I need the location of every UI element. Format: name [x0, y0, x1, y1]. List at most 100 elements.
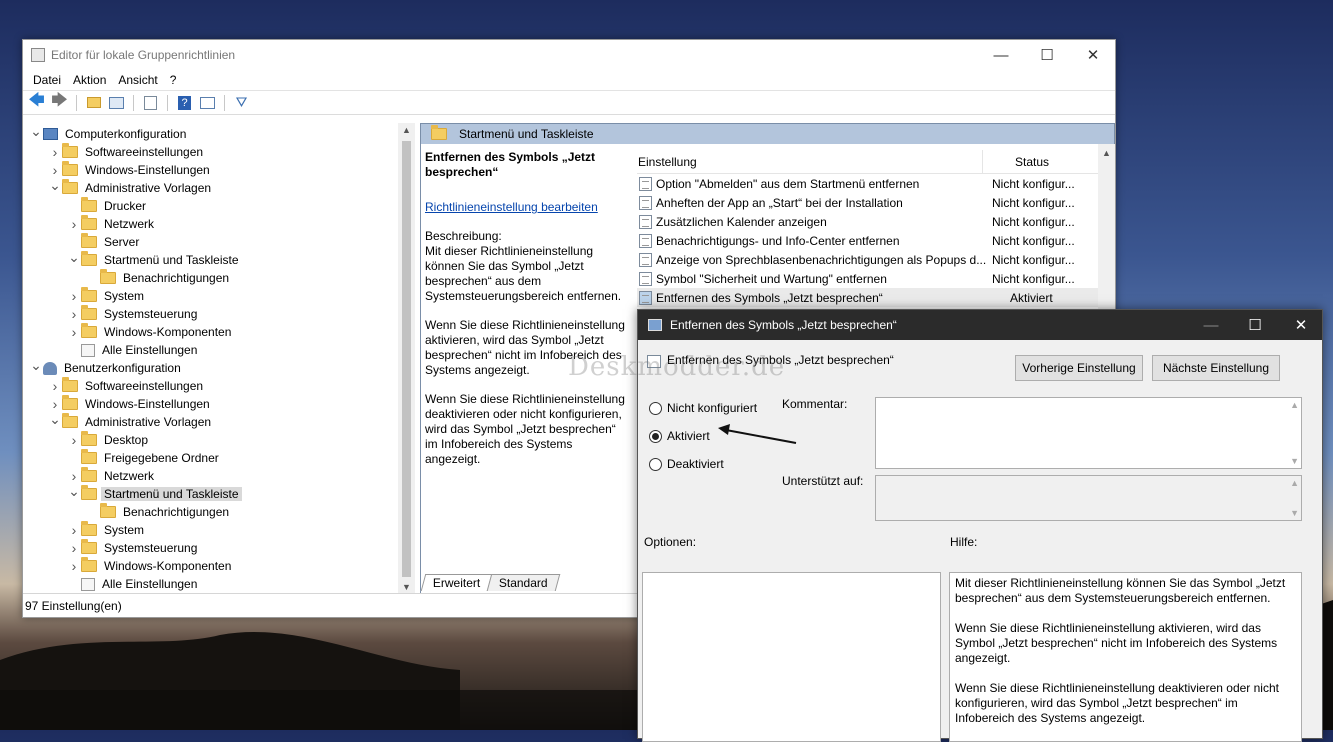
scroll-up-icon[interactable]: ▲ [398, 125, 415, 135]
table-row[interactable]: Symbol "Sicherheit und Wartung" entferne… [637, 269, 1115, 288]
user-icon [43, 361, 57, 375]
setting-name: Symbol "Sicherheit und Wartung" entferne… [656, 271, 887, 286]
chevron-right-icon[interactable]: › [48, 378, 62, 394]
scroll-up-icon[interactable]: ▲ [1098, 148, 1115, 158]
scroll-down-icon[interactable]: ▼ [398, 582, 415, 592]
tree-item[interactable]: › Softwareeinstellungen [48, 143, 206, 161]
chevron-right-icon[interactable]: › [67, 306, 81, 322]
radio-circle[interactable] [649, 457, 662, 471]
forward-arrow-icon[interactable]: 🡆 [50, 92, 69, 111]
chevron-down-icon[interactable]: ⌄ [48, 411, 62, 428]
up-folder-icon[interactable] [84, 94, 103, 111]
chevron-down-icon[interactable]: ⌄ [29, 357, 43, 374]
next-setting-button[interactable]: Nächste Einstellung [1152, 355, 1280, 381]
tree-item[interactable]: › Systemsteuerung [67, 539, 200, 557]
tree-item[interactable]: ⌄ Administrative Vorlagen [48, 411, 214, 431]
radio-disabled[interactable]: Deaktiviert [649, 457, 724, 471]
tree-scroll-thumb[interactable] [402, 141, 411, 577]
dialog-close-button[interactable]: ✕ [1278, 310, 1324, 340]
comment-textarea[interactable]: ▲ ▼ [875, 397, 1302, 469]
table-row[interactable]: Benachrichtigungs- und Info-Center entfe… [637, 231, 1115, 250]
main-titlebar: Editor für lokale Gruppenrichtlinien [23, 40, 1115, 70]
tree-item[interactable]: › Desktop [67, 431, 151, 449]
tree-item[interactable]: › System [67, 287, 147, 305]
chevron-down-icon[interactable]: ⌄ [67, 483, 81, 500]
chevron-right-icon[interactable]: › [67, 288, 81, 304]
tab-standard[interactable]: Standard [487, 574, 561, 591]
tree-item[interactable]: › System [67, 521, 147, 539]
menu-file[interactable]: Datei [27, 73, 67, 87]
edit-policy-link[interactable]: Richtlinieneinstellung bearbeiten [425, 200, 629, 215]
previous-setting-button[interactable]: Vorherige Einstellung [1015, 355, 1143, 381]
tree-item[interactable]: › Windows-Komponenten [67, 557, 234, 575]
scroll-up-icon[interactable]: ▲ [1290, 478, 1299, 488]
tree-item[interactable]: ⌄ Startmenü und Taskleiste [67, 249, 242, 269]
column-setting[interactable]: Einstellung [637, 150, 983, 173]
tab-extended[interactable]: Erweitert [420, 574, 493, 591]
tree-item[interactable]: Alle Einstellungen [67, 341, 200, 359]
tree-item[interactable]: › Windows-Einstellungen [48, 161, 213, 179]
minimize-button[interactable]: — [978, 40, 1024, 70]
tree-item[interactable]: › Netzwerk [67, 215, 157, 233]
radio-circle[interactable] [649, 401, 662, 415]
tree-item-label: Windows-Komponenten [104, 325, 232, 339]
tree-item[interactable]: ⌄ Computerkonfiguration [29, 123, 189, 143]
dialog-minimize-button[interactable]: — [1188, 310, 1234, 340]
close-button[interactable]: ✕ [1070, 40, 1116, 70]
scroll-down-icon[interactable]: ▼ [1290, 508, 1299, 518]
folder-icon [62, 179, 78, 194]
radio-enabled[interactable]: Aktiviert [649, 429, 710, 443]
tree-item[interactable]: Benachrichtigungen [86, 503, 232, 521]
folder-icon [81, 215, 97, 230]
export-list-icon[interactable] [141, 94, 160, 111]
tree-item[interactable]: › Systemsteuerung [67, 305, 200, 323]
radio-circle[interactable] [649, 429, 662, 443]
chevron-right-icon[interactable]: › [67, 216, 81, 232]
chevron-down-icon[interactable]: ⌄ [48, 177, 62, 194]
tree-item-label: Administrative Vorlagen [85, 181, 212, 195]
tree-item[interactable]: ⌄ Startmenü und Taskleiste [67, 483, 242, 503]
dialog-maximize-button[interactable]: ☐ [1232, 310, 1278, 340]
chevron-right-icon[interactable]: › [67, 324, 81, 340]
tree-item[interactable]: Drucker [67, 197, 149, 215]
tree-item-label: Windows-Einstellungen [85, 397, 210, 411]
menu-view[interactable]: Ansicht [112, 73, 163, 87]
tree-item-label: Startmenü und Taskleiste [104, 253, 239, 267]
tree-item[interactable]: ⌄ Administrative Vorlagen [48, 177, 214, 197]
chevron-right-icon[interactable]: › [67, 540, 81, 556]
tree-item[interactable]: › Windows-Komponenten [67, 323, 234, 341]
chevron-down-icon[interactable]: ⌄ [67, 249, 81, 266]
folder-icon [62, 395, 78, 410]
tree-item[interactable]: › Softwareeinstellungen [48, 377, 206, 395]
chevron-right-icon[interactable]: › [67, 432, 81, 448]
chevron-down-icon[interactable]: ⌄ [29, 123, 43, 140]
chevron-right-icon[interactable]: › [67, 558, 81, 574]
table-row[interactable]: Option "Abmelden" aus dem Startmenü entf… [637, 174, 1115, 193]
table-row[interactable]: Zusätzlichen Kalender anzeigen Nicht konf… [637, 212, 1115, 231]
tree-item[interactable]: Benachrichtigungen [86, 269, 232, 287]
tree-item[interactable]: Alle Einstellungen [67, 575, 200, 593]
table-row[interactable]: Anheften der App an „Start“ bei der Inst… [637, 193, 1115, 212]
table-row[interactable]: Anzeige von Sprechblasenbenachrichtigung… [637, 250, 1115, 269]
tree-item[interactable]: Freigegebene Ordner [67, 449, 222, 467]
maximize-button[interactable]: ☐ [1024, 40, 1070, 70]
scroll-down-icon[interactable]: ▼ [1290, 456, 1299, 466]
folder-icon [81, 233, 97, 248]
toolbar-separator [167, 94, 168, 111]
filter-icon[interactable]: ⛛ [232, 94, 251, 111]
tree-scrollbar[interactable]: ▲ ▼ [398, 123, 415, 594]
help-icon[interactable]: ? [175, 94, 194, 111]
tree-item[interactable]: › Windows-Einstellungen [48, 395, 213, 413]
scroll-up-icon[interactable]: ▲ [1290, 400, 1299, 410]
tree-item[interactable]: ⌄ Benutzerkonfiguration [29, 357, 184, 377]
menu-action[interactable]: Aktion [67, 73, 112, 87]
column-status[interactable]: Status [983, 155, 1049, 169]
table-row[interactable]: Entfernen des Symbols „Jetzt besprechen“… [637, 288, 1115, 307]
radio-not-configured[interactable]: Nicht konfiguriert [649, 401, 757, 415]
properties-icon[interactable] [198, 94, 217, 111]
show-tree-icon[interactable] [107, 94, 126, 111]
chevron-right-icon[interactable]: › [67, 522, 81, 538]
menu-help[interactable]: ? [164, 73, 183, 87]
chevron-right-icon[interactable]: › [48, 144, 62, 160]
back-arrow-icon[interactable]: 🡄 [27, 92, 46, 111]
